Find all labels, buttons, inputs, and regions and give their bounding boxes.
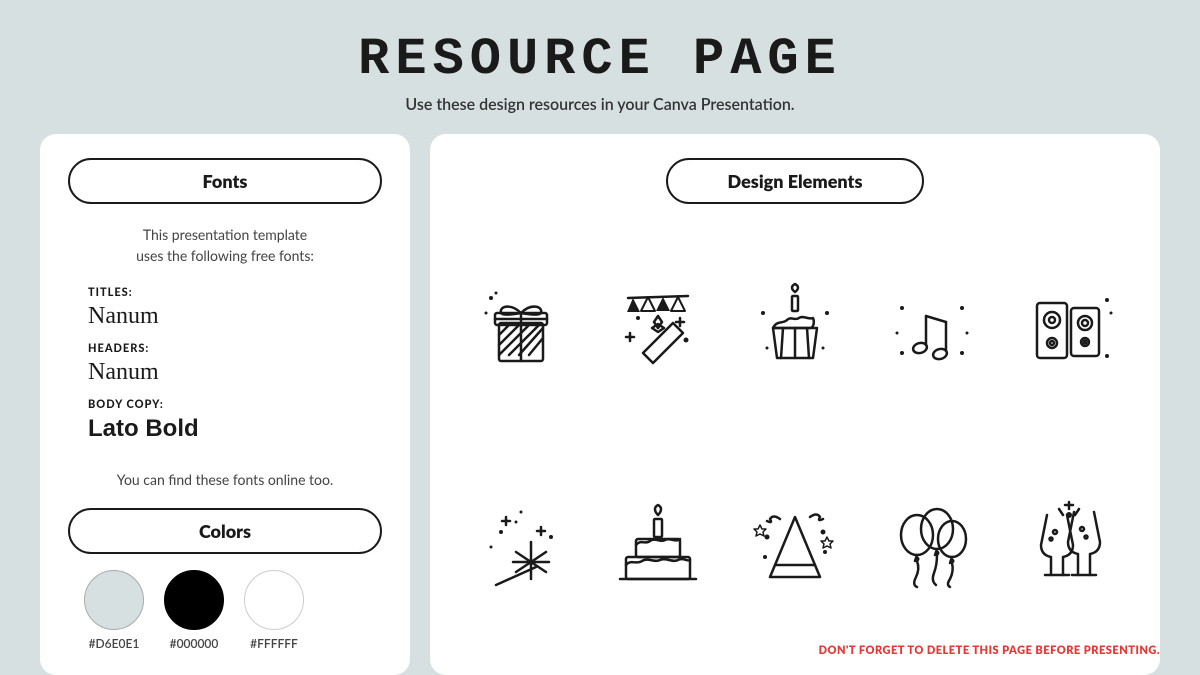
icons-grid: [458, 224, 1132, 651]
left-panel: Fonts This presentation templateuses the…: [40, 134, 410, 675]
body-font-name: Lato Bold: [88, 415, 382, 443]
icon-birthday-cake: [595, 443, 722, 652]
titles-font-name: Nanum: [88, 303, 382, 330]
icon-music-notes: [868, 224, 995, 433]
color-circle-white: [244, 570, 304, 630]
font-entries: TITLES: Nanum HEADERS: Nanum BODY COPY: …: [68, 286, 382, 451]
body-copy-label: BODY COPY:: [88, 398, 382, 411]
color-hex-white: #FFFFFF: [250, 636, 298, 651]
color-hex-black: #000000: [170, 636, 219, 651]
color-circle-black: [164, 570, 224, 630]
page-subtitle: Use these design resources in your Canva…: [358, 95, 842, 114]
main-content: Fonts This presentation templateuses the…: [40, 134, 1160, 675]
page-title: Resource Page: [358, 30, 842, 89]
design-elements-header: Design Elements: [666, 158, 925, 204]
color-swatch-black: #000000: [164, 570, 224, 651]
icon-party-hat-confetti: [732, 443, 859, 652]
icon-speakers: [1005, 224, 1132, 433]
titles-label: TITLES:: [88, 286, 382, 299]
fonts-online-note: You can find these fonts online too.: [68, 471, 382, 488]
headers-font-name: Nanum: [88, 359, 382, 386]
icon-sparkler: [458, 443, 585, 652]
right-panel: Design Elements: [430, 134, 1160, 675]
icon-balloons: [868, 443, 995, 652]
fonts-header: Fonts: [68, 158, 382, 204]
color-swatch-white: #FFFFFF: [244, 570, 304, 651]
colors-header: Colors: [68, 508, 382, 554]
color-swatch-light: #D6E0E1: [84, 570, 144, 651]
fonts-description: This presentation templateuses the follo…: [68, 224, 382, 266]
color-circle-light: [84, 570, 144, 630]
icon-gift: [458, 224, 585, 433]
color-hex-light: #D6E0E1: [89, 636, 140, 651]
icon-cupcake: [732, 224, 859, 433]
page-header: Resource Page Use these design resources…: [358, 30, 842, 114]
design-elements-header-container: Design Elements: [458, 158, 1132, 204]
footer-note: DON'T FORGET TO DELETE THIS PAGE BEFORE …: [819, 644, 1160, 657]
colors-section: Colors #D6E0E1 #000000 #FFFFFF: [68, 508, 382, 651]
headers-label: HEADERS:: [88, 342, 382, 355]
color-swatches: #D6E0E1 #000000 #FFFFFF: [68, 570, 382, 651]
icon-party-popper: [595, 224, 722, 433]
icon-champagne-glasses: [1005, 443, 1132, 652]
